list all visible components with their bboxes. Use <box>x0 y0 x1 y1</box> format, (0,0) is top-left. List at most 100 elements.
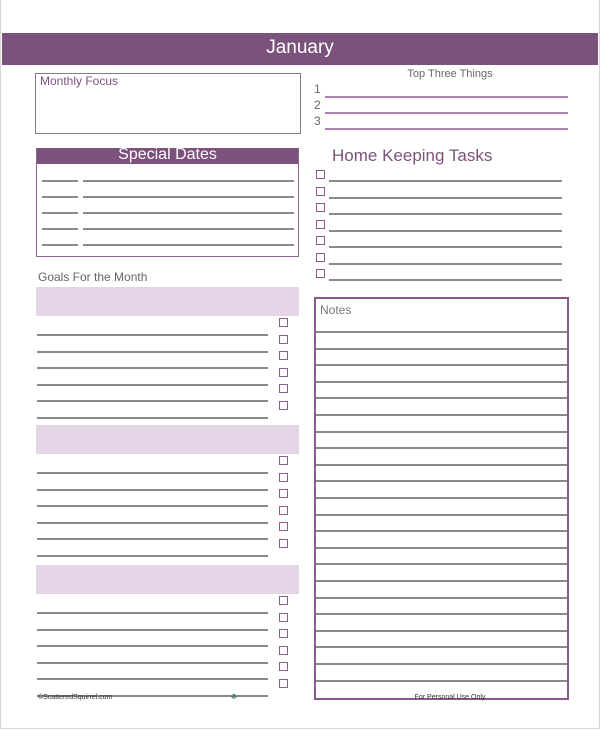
goal-line[interactable] <box>37 612 268 614</box>
special-date-date-line[interactable] <box>42 180 78 182</box>
goal-line[interactable] <box>37 628 268 631</box>
notes-line[interactable] <box>316 646 567 649</box>
notes-line[interactable] <box>316 430 567 433</box>
goal-checkbox[interactable] <box>279 629 288 639</box>
task-line[interactable] <box>329 279 562 281</box>
goal-checkbox[interactable] <box>279 645 288 655</box>
special-date-date-line[interactable] <box>42 228 78 230</box>
special-date-date-line[interactable] <box>42 212 78 214</box>
notes-line[interactable] <box>316 679 567 682</box>
footer-usage: For Personal Use Only <box>414 694 486 701</box>
task-checkbox[interactable] <box>316 219 325 229</box>
month-title: January <box>266 37 334 58</box>
goal-line[interactable] <box>37 521 268 524</box>
goal-checkbox[interactable] <box>279 334 288 344</box>
goal-band[interactable] <box>36 425 299 454</box>
special-date-event-line[interactable] <box>83 228 294 230</box>
goal-checkbox[interactable] <box>279 318 288 327</box>
special-date-event-line[interactable] <box>83 180 294 182</box>
notes-line[interactable] <box>316 530 567 533</box>
notes-line[interactable] <box>316 546 567 549</box>
special-date-date-line[interactable] <box>42 244 78 246</box>
top-three-line[interactable] <box>325 128 568 130</box>
notes-line[interactable] <box>316 563 567 566</box>
goal-line[interactable] <box>37 400 268 403</box>
notes-line[interactable] <box>316 596 567 599</box>
goal-line[interactable] <box>37 383 268 386</box>
top-three-line[interactable] <box>325 96 568 98</box>
goal-checkbox[interactable] <box>279 612 288 622</box>
goal-line[interactable] <box>37 538 268 541</box>
notes-line[interactable] <box>316 397 567 400</box>
goal-line[interactable] <box>37 505 268 508</box>
special-date-event-line[interactable] <box>83 244 294 246</box>
goal-line[interactable] <box>37 555 268 557</box>
notes-line[interactable] <box>316 447 567 450</box>
goal-checkbox[interactable] <box>279 489 288 499</box>
goal-checkbox[interactable] <box>279 505 288 515</box>
goal-line[interactable] <box>37 678 268 681</box>
task-line[interactable] <box>329 229 562 232</box>
goal-line[interactable] <box>37 350 268 353</box>
goal-band[interactable] <box>36 565 299 594</box>
goal-checkbox[interactable] <box>279 679 288 688</box>
notes-line[interactable] <box>316 513 567 516</box>
notes-line[interactable] <box>316 663 567 665</box>
monthly-focus-box[interactable]: Monthly Focus <box>35 73 301 134</box>
footer-copyright: ©ScatteredSquirrel.com <box>38 694 113 701</box>
task-line[interactable] <box>329 246 562 248</box>
task-line[interactable] <box>329 262 562 265</box>
goal-checkbox[interactable] <box>279 401 288 410</box>
top-three-number: 2 <box>314 98 321 112</box>
task-checkbox[interactable] <box>316 186 325 196</box>
squirrel-icon: ♣ <box>231 691 237 701</box>
task-checkbox[interactable] <box>316 203 325 212</box>
task-checkbox[interactable] <box>316 170 325 179</box>
goal-checkbox[interactable] <box>279 456 288 465</box>
top-three-number: 1 <box>314 82 321 96</box>
notes-line[interactable] <box>316 497 567 499</box>
top-three-line[interactable] <box>325 112 568 114</box>
special-date-event-line[interactable] <box>83 212 294 214</box>
task-checkbox[interactable] <box>316 269 325 278</box>
month-banner: January <box>2 33 598 65</box>
goal-checkbox[interactable] <box>279 351 288 361</box>
task-checkbox[interactable] <box>316 252 325 262</box>
goal-checkbox[interactable] <box>279 522 288 532</box>
goal-checkbox[interactable] <box>279 472 288 482</box>
goal-line[interactable] <box>37 661 268 664</box>
goal-line[interactable] <box>37 334 268 336</box>
task-checkbox[interactable] <box>316 236 325 245</box>
notes-line[interactable] <box>316 331 567 333</box>
notes-line[interactable] <box>316 580 567 582</box>
top-three-title: Top Three Things <box>407 68 493 80</box>
notes-label: Notes <box>320 303 352 317</box>
top-three-number: 3 <box>314 114 321 128</box>
notes-line[interactable] <box>316 414 567 416</box>
notes-line[interactable] <box>316 629 567 632</box>
goal-checkbox[interactable] <box>279 539 288 548</box>
goal-checkbox[interactable] <box>279 662 288 672</box>
notes-line[interactable] <box>316 480 567 483</box>
task-line[interactable] <box>329 180 562 182</box>
goal-line[interactable] <box>37 417 268 419</box>
goal-checkbox[interactable] <box>279 384 288 394</box>
goal-checkbox[interactable] <box>279 367 288 377</box>
task-line[interactable] <box>329 213 562 215</box>
notes-line[interactable] <box>316 463 567 466</box>
notes-line[interactable] <box>316 613 567 616</box>
goal-line[interactable] <box>37 367 268 370</box>
goal-line[interactable] <box>37 645 268 648</box>
notes-line[interactable] <box>316 347 567 350</box>
goal-band[interactable] <box>36 287 299 316</box>
notes-line[interactable] <box>316 364 567 367</box>
goal-line[interactable] <box>37 472 268 474</box>
special-date-event-line[interactable] <box>83 196 294 198</box>
notes-line[interactable] <box>316 380 567 383</box>
goal-checkbox[interactable] <box>279 596 288 605</box>
home-keeping-title: Home Keeping Tasks <box>332 146 493 165</box>
goal-line[interactable] <box>37 488 268 491</box>
special-date-date-line[interactable] <box>42 196 78 198</box>
goals-title: Goals For the Month <box>38 270 148 284</box>
task-line[interactable] <box>329 196 562 199</box>
